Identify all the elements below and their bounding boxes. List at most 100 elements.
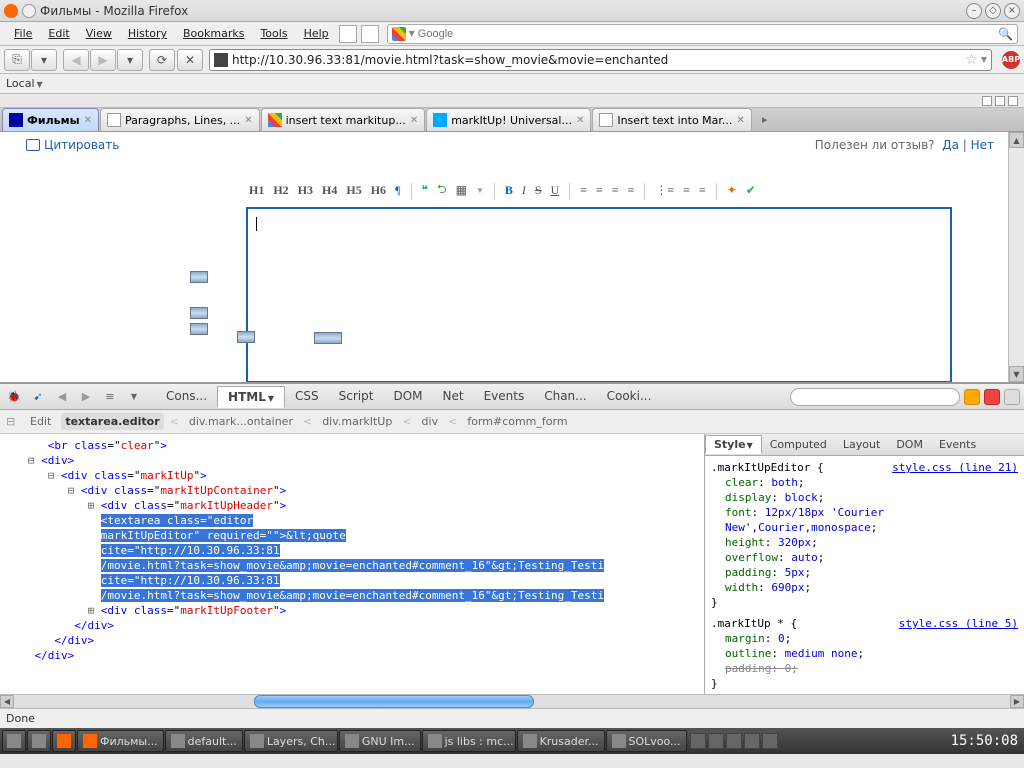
tab-4[interactable]: Insert text into Mar...✕ <box>592 108 751 131</box>
url-box[interactable]: http://10.30.96.33:81/movie.html?task=sh… <box>209 49 992 71</box>
crumb-4[interactable]: form#comm_form <box>463 413 571 430</box>
search-icon[interactable]: 🔍 <box>998 27 1013 41</box>
volume-icon[interactable] <box>762 733 778 749</box>
bookmark-star-icon[interactable]: ☆ <box>965 52 978 68</box>
list-ol-button[interactable]: ≡ <box>680 181 693 200</box>
side-tab-dom[interactable]: DOM <box>888 436 931 453</box>
task-item[interactable]: js libs : mc... <box>422 730 516 752</box>
desktop-button[interactable] <box>27 730 51 752</box>
fb-tab-net[interactable]: Net <box>433 386 474 408</box>
fb-popout-button[interactable] <box>1004 389 1020 405</box>
color-button[interactable]: ▦ <box>453 181 470 200</box>
preview-button[interactable]: ✔ <box>743 181 759 200</box>
editor-textarea[interactable] <box>246 207 952 383</box>
search-input[interactable] <box>418 28 998 40</box>
dropdown-button[interactable]: ▼ <box>473 184 487 197</box>
menu-tools[interactable]: Tools <box>252 25 295 42</box>
task-item[interactable]: Krusader... <box>517 730 605 752</box>
scroll-up-icon[interactable]: ▲ <box>1009 132 1024 148</box>
menu-edit[interactable]: Edit <box>40 25 77 42</box>
tab-close-icon[interactable]: ✕ <box>244 115 252 126</box>
reload-button[interactable]: ⟳ <box>149 49 175 71</box>
css-source-link[interactable]: style.css (line 21) <box>892 460 1018 475</box>
h5-button[interactable]: H5 <box>343 181 364 200</box>
maximize-button[interactable]: ◇ <box>985 3 1001 19</box>
fb-tab-console[interactable]: Cons... <box>156 386 217 408</box>
new-tab-button[interactable]: ⎘ <box>4 49 30 71</box>
tray-icon[interactable] <box>690 733 706 749</box>
local-folder[interactable]: Local▼ <box>6 77 43 90</box>
addon-icon-1[interactable] <box>982 96 992 106</box>
scroll-left-icon[interactable]: ◀ <box>0 695 14 708</box>
fb-edit-button[interactable]: Edit <box>26 413 55 430</box>
align-right-button[interactable]: ≡ <box>609 181 622 200</box>
fb-close-button[interactable] <box>984 389 1000 405</box>
horizontal-scrollbar[interactable]: ◀ ▶ <box>0 694 1024 708</box>
new-tab-icon[interactable]: ▸ <box>753 108 777 131</box>
recent-dropdown[interactable]: ▾ <box>117 49 143 71</box>
task-item[interactable]: default... <box>165 730 243 752</box>
firebug-icon[interactable]: 🐞 <box>4 387 24 407</box>
menu-help[interactable]: Help <box>296 25 337 42</box>
scroll-down-icon[interactable]: ▼ <box>1009 366 1024 382</box>
fb-tab-changes[interactable]: Chan... <box>534 386 596 408</box>
url-text[interactable]: http://10.30.96.33:81/movie.html?task=sh… <box>232 53 962 67</box>
tab-close-icon[interactable]: ✕ <box>410 115 418 126</box>
stop-button[interactable]: ✕ <box>177 49 203 71</box>
close-button[interactable]: × <box>1004 3 1020 19</box>
fb-tab-script[interactable]: Script <box>329 386 384 408</box>
paragraph-button[interactable]: ¶ <box>392 181 403 200</box>
clock[interactable]: 15:50:08 <box>947 733 1022 749</box>
clean-button[interactable]: ✦ <box>724 181 740 200</box>
tab-close-icon[interactable]: ✕ <box>84 115 92 126</box>
task-item[interactable]: Фильмы... <box>77 730 164 752</box>
bold-button[interactable]: B <box>502 181 516 200</box>
url-dropdown[interactable]: ▼ <box>981 55 987 64</box>
fb-tab-dom[interactable]: DOM <box>383 386 432 408</box>
quote-button[interactable]: ❝ <box>419 181 431 200</box>
side-tab-events[interactable]: Events <box>931 436 984 453</box>
tray-icon[interactable] <box>744 733 760 749</box>
task-item[interactable]: Layers, Ch... <box>244 730 338 752</box>
ext-button-1[interactable] <box>339 25 357 43</box>
start-button[interactable] <box>2 730 26 752</box>
back-button[interactable]: ◀ <box>63 49 89 71</box>
align-justify-button[interactable]: ≡ <box>625 181 638 200</box>
scroll-right-icon[interactable]: ▶ <box>1010 695 1024 708</box>
tab-close-icon[interactable]: ✕ <box>576 115 584 126</box>
align-left-button[interactable]: ≡ <box>577 181 590 200</box>
minimize-button[interactable]: – <box>966 3 982 19</box>
underline-button[interactable]: U <box>548 181 563 200</box>
menu-file[interactable]: File <box>6 25 40 42</box>
search-box[interactable]: ▼ 🔍 <box>387 24 1018 44</box>
addon-icon-2[interactable] <box>995 96 1005 106</box>
task-item[interactable]: GNU Im... <box>339 730 421 752</box>
launcher-1[interactable] <box>52 730 76 752</box>
fb-search-input[interactable] <box>790 388 960 406</box>
tab-close-icon[interactable]: ✕ <box>736 115 744 126</box>
fb-minimize-button[interactable] <box>964 389 980 405</box>
css-source-link[interactable]: style.css (line 5) <box>899 616 1018 631</box>
fb-forward-icon[interactable]: ▶ <box>76 387 96 407</box>
h1-button[interactable]: H1 <box>246 181 267 200</box>
align-center-button[interactable]: ≡ <box>593 181 606 200</box>
fb-tab-html[interactable]: HTML▼ <box>217 386 285 408</box>
addon-icon-3[interactable] <box>1008 96 1018 106</box>
menu-bookmarks[interactable]: Bookmarks <box>175 25 252 42</box>
h3-button[interactable]: H3 <box>295 181 316 200</box>
indent-button[interactable]: ≡ <box>696 181 709 200</box>
fb-tab-css[interactable]: CSS <box>285 386 329 408</box>
strike-button[interactable]: S <box>532 181 545 200</box>
ext-button-2[interactable] <box>361 25 379 43</box>
fb-tab-cookies[interactable]: Cooki... <box>597 386 662 408</box>
crumb-0[interactable]: textarea.editor <box>61 413 163 430</box>
adblock-icon[interactable]: ABP <box>1002 51 1020 69</box>
tray-icon[interactable] <box>726 733 742 749</box>
fb-handle-icon[interactable]: ⊟ <box>6 415 20 428</box>
tab-0[interactable]: Фильмы✕ <box>2 108 99 131</box>
fb-css-rules[interactable]: style.css (line 21) .markItUpEditor { cl… <box>705 456 1024 694</box>
crumb-1[interactable]: div.mark...ontainer <box>185 413 297 430</box>
tab-3[interactable]: markItUp! Universal...✕ <box>426 108 591 131</box>
menu-view[interactable]: View <box>78 25 120 42</box>
helpful-yes[interactable]: Да <box>942 138 959 152</box>
